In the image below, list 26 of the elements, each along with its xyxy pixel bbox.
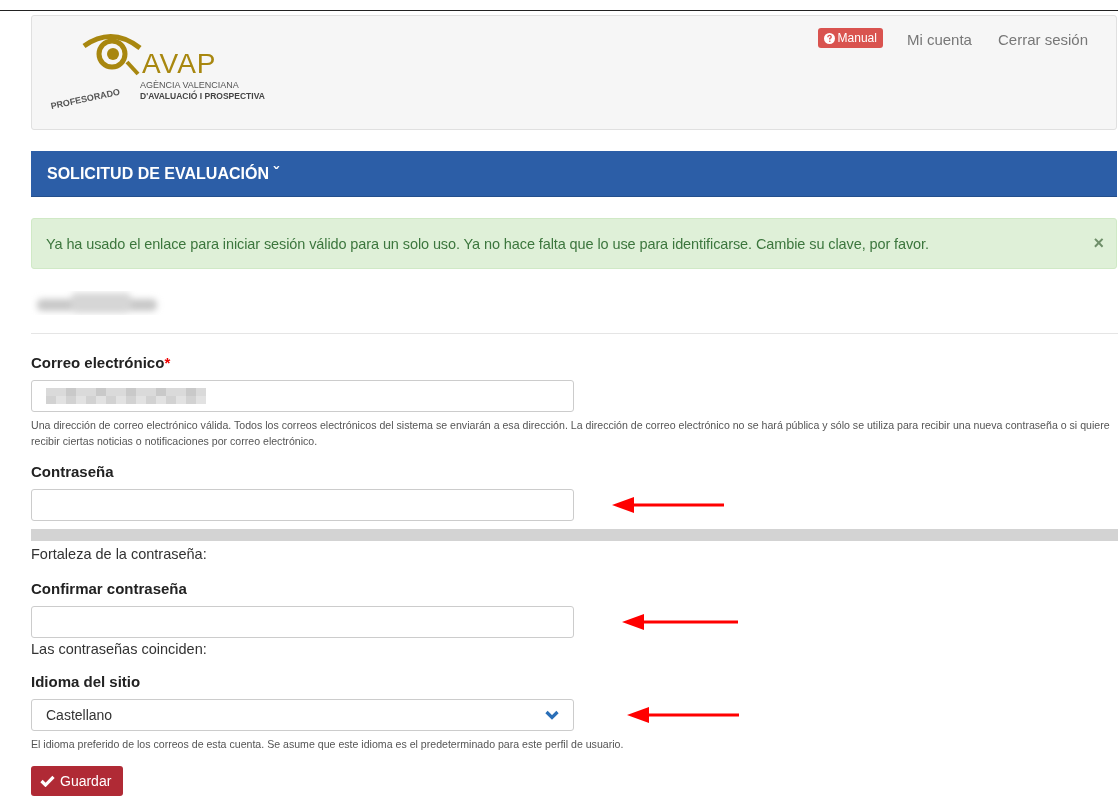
language-select[interactable]: Castellano [31, 699, 574, 731]
logo-subtitle: D'AVALUACIÓ I PROSPECTIVA [140, 91, 265, 101]
nav-link[interactable]: Mi cuenta [906, 28, 972, 48]
eye-logo-icon [82, 32, 142, 76]
nav-link[interactable]: Cerrar sesión [997, 28, 1088, 48]
field-label: Confirmar contraseña [31, 580, 188, 599]
match-label: Las contraseñas coinciden: [31, 641, 208, 657]
help-text: El idioma preferido de los correos de esta cuenta. Se asume que este idioma es el predeterminado para este perfil de usuario. [31, 737, 625, 752]
manual-button[interactable]: Manual [817, 28, 883, 48]
logo-subtitle: AGÈNCIA VALENCIANA [140, 80, 239, 90]
alert-message: Ya ha usado el enlace para iniciar sesión válido para un solo uso. Ya no hace falta que lo use para identificarse. Cambie su clave, por favor. [46, 235, 929, 252]
password-field[interactable] [31, 489, 574, 521]
check-icon [40, 775, 55, 787]
field-label: Contraseña [31, 463, 115, 482]
field-label: Idioma del sitio [31, 673, 142, 692]
email-field[interactable] [31, 380, 574, 412]
save-button[interactable]: Guardar [31, 766, 124, 796]
confirm-password-field[interactable] [31, 606, 574, 638]
strength-label: Fortaleza de la contraseña: [31, 546, 208, 562]
menu-dropdown[interactable]: SOLICITUD DE EVALUACIÓN ˇ [47, 164, 279, 183]
help-icon [823, 32, 835, 44]
help-text: Una dirección de correo electrónico válida. Todos los correos electrónicos del sistema se enviarán a esa dirección. La dirección de correo electrónico no se hará pública y sólo se utiliza para recibir una nueva contraseña o si quiere recibir ciertas noticias o notificaciones por correo electrónico. [31, 418, 1111, 449]
logo-wordmark: AVAP [142, 48, 217, 80]
chevron-down-icon [545, 710, 559, 720]
close-button[interactable]: × [1093, 233, 1104, 254]
field-label: Correo electrónico* [31, 354, 172, 373]
